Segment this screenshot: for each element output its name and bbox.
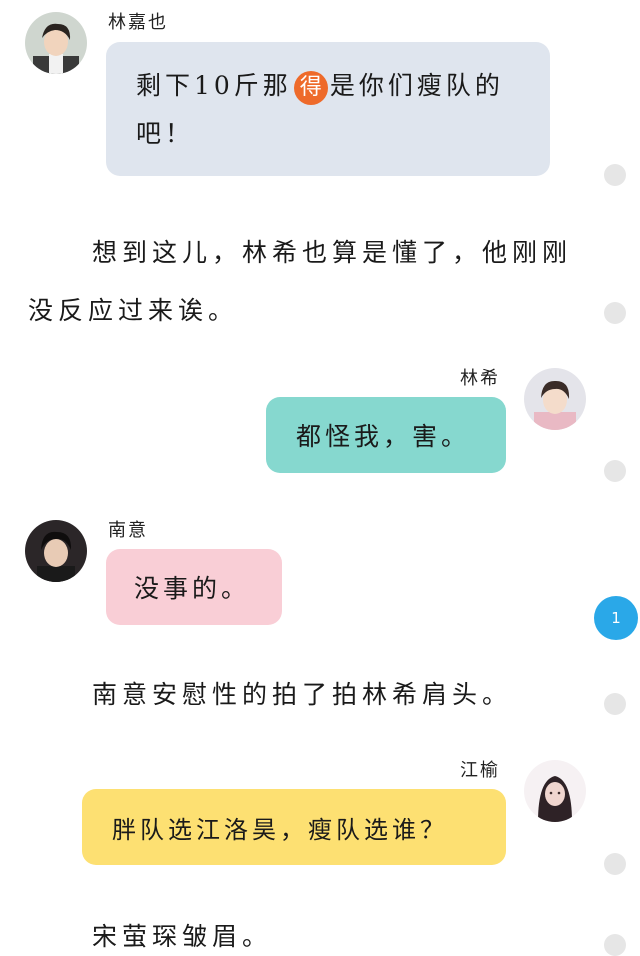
narration-line: 想到这儿，林希也算是懂了，他刚刚 <box>92 238 573 267</box>
narration-line: 没反应过来诶。 <box>28 296 239 325</box>
side-indicator-dot[interactable] <box>604 164 626 186</box>
message-text: 都怪我，害。 <box>296 422 471 451</box>
narration-text: 想到这儿，林希也算是懂了，他刚刚 没反应过来诶。 <box>28 224 598 340</box>
unread-count-badge[interactable]: 1 <box>594 596 638 640</box>
side-indicator-dot[interactable] <box>604 302 626 324</box>
message-text: 胖队选江洛昊，瘦队选谁？ <box>112 815 448 844</box>
narration-text: 南意安慰性的拍了拍林希肩头。 <box>92 680 513 709</box>
de-character-icon: 得 <box>293 70 328 105</box>
side-indicator-dot[interactable] <box>604 693 626 715</box>
narration-text: 宋萤琛皱眉。 <box>92 922 273 951</box>
avatar-jiangyu[interactable] <box>524 760 586 822</box>
sender-name: 林希 <box>460 368 500 389</box>
message-bubble[interactable]: 没事的。 <box>106 549 282 625</box>
side-indicator-dot[interactable] <box>604 934 626 956</box>
message-bubble[interactable]: 都怪我，害。 <box>266 397 506 473</box>
avatar-linxi[interactable] <box>524 368 586 430</box>
message-text: 没事的。 <box>134 574 251 603</box>
side-indicator-dot[interactable] <box>604 853 626 875</box>
sender-name: 林嘉也 <box>108 12 168 33</box>
message-text: 剩下10斤那 <box>136 71 292 100</box>
sender-name: 南意 <box>108 520 148 541</box>
message-bubble[interactable]: 胖队选江洛昊，瘦队选谁？ <box>82 789 506 865</box>
avatar-linjiaye[interactable] <box>25 12 87 74</box>
avatar-nanyi[interactable] <box>25 520 87 582</box>
message-bubble[interactable]: 剩下10斤那得是你们瘦队的吧！ <box>106 42 550 176</box>
sender-name: 江榆 <box>460 760 500 781</box>
side-indicator-dot[interactable] <box>604 460 626 482</box>
